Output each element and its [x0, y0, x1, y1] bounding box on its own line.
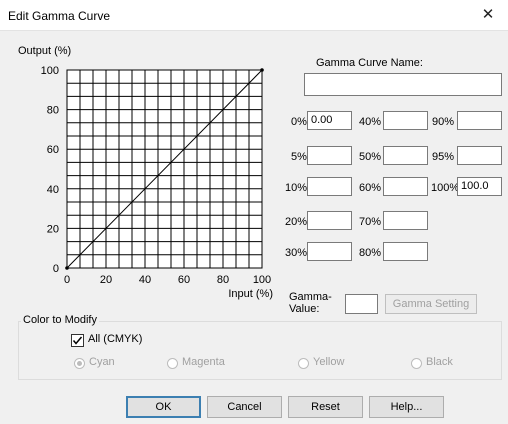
cyan-radio[interactable] — [74, 358, 85, 369]
checkmark-icon — [72, 336, 83, 345]
window-title: Edit Gamma Curve — [8, 9, 111, 23]
point-80-label: 80% — [359, 247, 382, 259]
help-button[interactable]: Help... — [369, 396, 444, 418]
point-0-label: 0% — [291, 116, 307, 128]
point-100-input[interactable]: 100.0 — [457, 177, 502, 196]
point-50-label: 50% — [359, 151, 382, 163]
point-90-input[interactable] — [457, 111, 502, 130]
curve-name-input[interactable] — [304, 73, 502, 96]
point-20-label: 20% — [285, 216, 308, 228]
y-tick-label: 80 — [47, 105, 59, 117]
point-5-label: 5% — [291, 151, 307, 163]
color-to-modify-title: Color to Modify — [21, 314, 99, 326]
gamma-value-label: Gamma- Value: — [289, 291, 332, 315]
point-50-input[interactable] — [383, 146, 428, 165]
curve-point — [260, 68, 264, 72]
point-10-input[interactable] — [307, 177, 352, 196]
x-tick-label: 60 — [178, 274, 190, 286]
yellow-label: Yellow — [313, 356, 345, 368]
cyan-label: Cyan — [89, 356, 115, 368]
black-radio[interactable] — [411, 358, 422, 369]
point-30-label: 30% — [285, 247, 308, 259]
point-0-input[interactable]: 0.00 — [307, 111, 352, 130]
gamma-curve-chart[interactable]: Output (%) Input (%) 100 80 60 40 20 0 0 20 40 6… — [0, 40, 290, 300]
gamma-value-input[interactable] — [345, 294, 378, 314]
y-tick-label: 40 — [47, 184, 59, 196]
gamma-label-line1: Gamma- — [289, 291, 332, 303]
y-axis-label: Output (%) — [18, 45, 71, 57]
curve-point — [65, 266, 69, 270]
point-95-label: 95% — [432, 151, 455, 163]
x-tick-label: 0 — [64, 274, 70, 286]
point-40-label: 40% — [359, 116, 382, 128]
y-tick-label: 0 — [53, 263, 59, 275]
magenta-radio[interactable] — [167, 358, 178, 369]
close-icon[interactable]: ✕ — [468, 0, 508, 30]
point-30-input[interactable] — [307, 242, 352, 261]
x-tick-label: 40 — [139, 274, 151, 286]
ok-button[interactable]: OK — [126, 396, 201, 418]
point-100-label: 100% — [431, 182, 460, 194]
point-80-input[interactable] — [383, 242, 428, 261]
point-60-input[interactable] — [383, 177, 428, 196]
point-70-label: 70% — [359, 216, 382, 228]
cancel-button[interactable]: Cancel — [207, 396, 282, 418]
point-95-input[interactable] — [457, 146, 502, 165]
y-tick-label: 100 — [41, 65, 59, 77]
point-5-input[interactable] — [307, 146, 352, 165]
reset-button[interactable]: Reset — [288, 396, 363, 418]
x-axis-label: Input (%) — [228, 288, 273, 300]
point-90-label: 90% — [432, 116, 455, 128]
x-tick-label: 80 — [217, 274, 229, 286]
title-bar: Edit Gamma Curve ✕ — [0, 0, 508, 31]
gamma-setting-button[interactable]: Gamma Setting — [385, 294, 477, 314]
all-cmyk-checkbox[interactable] — [71, 334, 84, 347]
curve-name-label: Gamma Curve Name: — [316, 57, 423, 69]
gamma-label-line2: Value: — [289, 303, 320, 315]
black-label: Black — [426, 356, 453, 368]
point-60-label: 60% — [359, 182, 382, 194]
y-tick-label: 20 — [47, 223, 59, 235]
point-10-label: 10% — [285, 182, 308, 194]
magenta-label: Magenta — [182, 356, 225, 368]
point-20-input[interactable] — [307, 211, 352, 230]
color-to-modify-group — [18, 321, 502, 380]
yellow-radio[interactable] — [298, 358, 309, 369]
x-tick-label: 100 — [253, 274, 271, 286]
y-tick-label: 60 — [47, 144, 59, 156]
x-tick-label: 20 — [100, 274, 112, 286]
point-70-input[interactable] — [383, 211, 428, 230]
point-40-input[interactable] — [383, 111, 428, 130]
all-cmyk-label: All (CMYK) — [88, 333, 143, 345]
